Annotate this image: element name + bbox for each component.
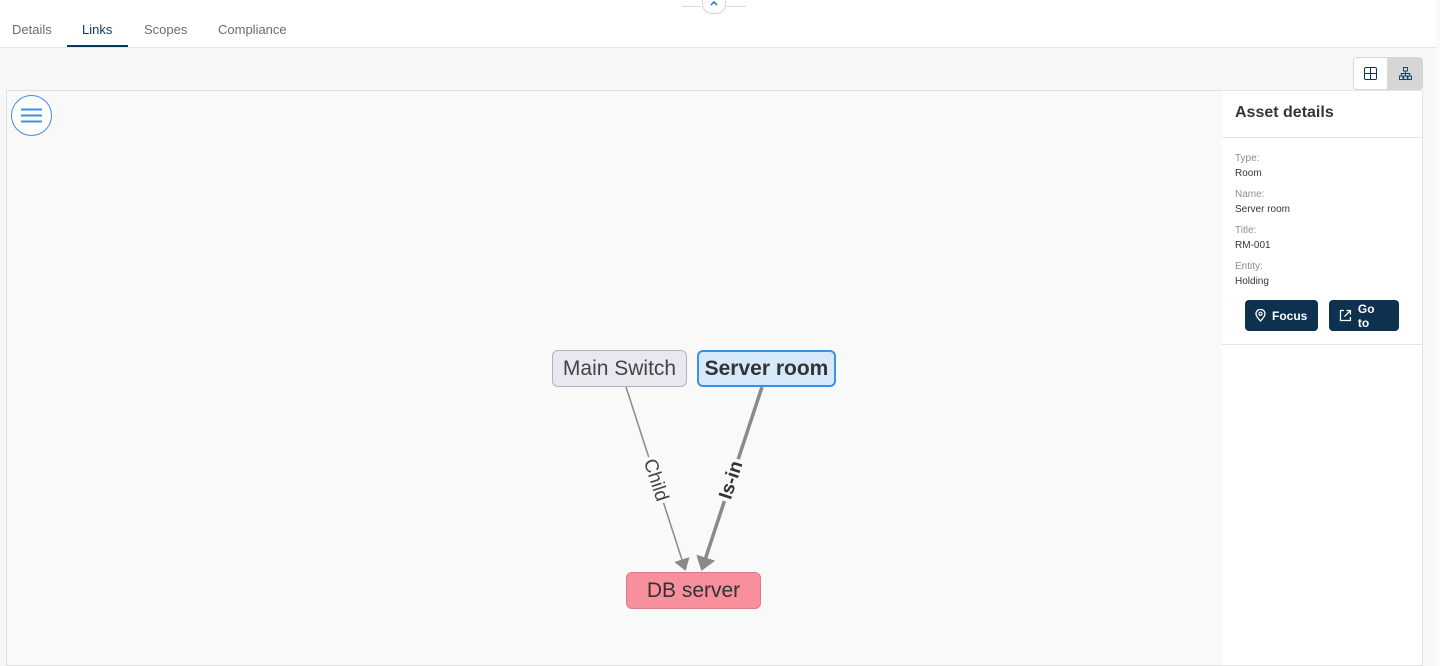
field-value-name: Server room	[1235, 204, 1291, 215]
field-label-name: Name:	[1235, 189, 1265, 200]
field-value-title: RM-001	[1235, 240, 1271, 251]
field-label-entity: Entity:	[1235, 261, 1263, 272]
field-value-entity: Holding	[1235, 276, 1269, 287]
goto-button-label: Go to	[1357, 301, 1375, 330]
field-value-type: Room	[1235, 168, 1262, 179]
edge-label-is-in: Is-in	[715, 458, 747, 502]
node-db-server[interactable]: DB server	[626, 572, 761, 609]
edge-label-child: Child	[639, 456, 672, 504]
graph-menu-button[interactable]	[11, 95, 52, 136]
node-main-switch[interactable]: Main Switch	[552, 350, 687, 387]
field-label-type: Type:	[1235, 153, 1260, 164]
asset-actions: Focus Go to	[1245, 300, 1399, 331]
asset-details-panel: Asset details Type: Room Name: Server ro…	[1222, 90, 1423, 666]
field-label-title: Title:	[1235, 225, 1257, 236]
scrollbar[interactable]	[1436, 0, 1440, 666]
goto-button[interactable]: Go to	[1329, 300, 1399, 331]
location-pin-icon	[1255, 309, 1266, 322]
focus-button[interactable]: Focus	[1245, 300, 1318, 331]
menu-icon	[21, 108, 42, 123]
node-server-room[interactable]: Server room	[697, 350, 836, 387]
focus-button-label: Focus	[1272, 308, 1308, 323]
asset-details-title: Asset details	[1222, 91, 1422, 138]
external-link-icon	[1339, 309, 1352, 322]
